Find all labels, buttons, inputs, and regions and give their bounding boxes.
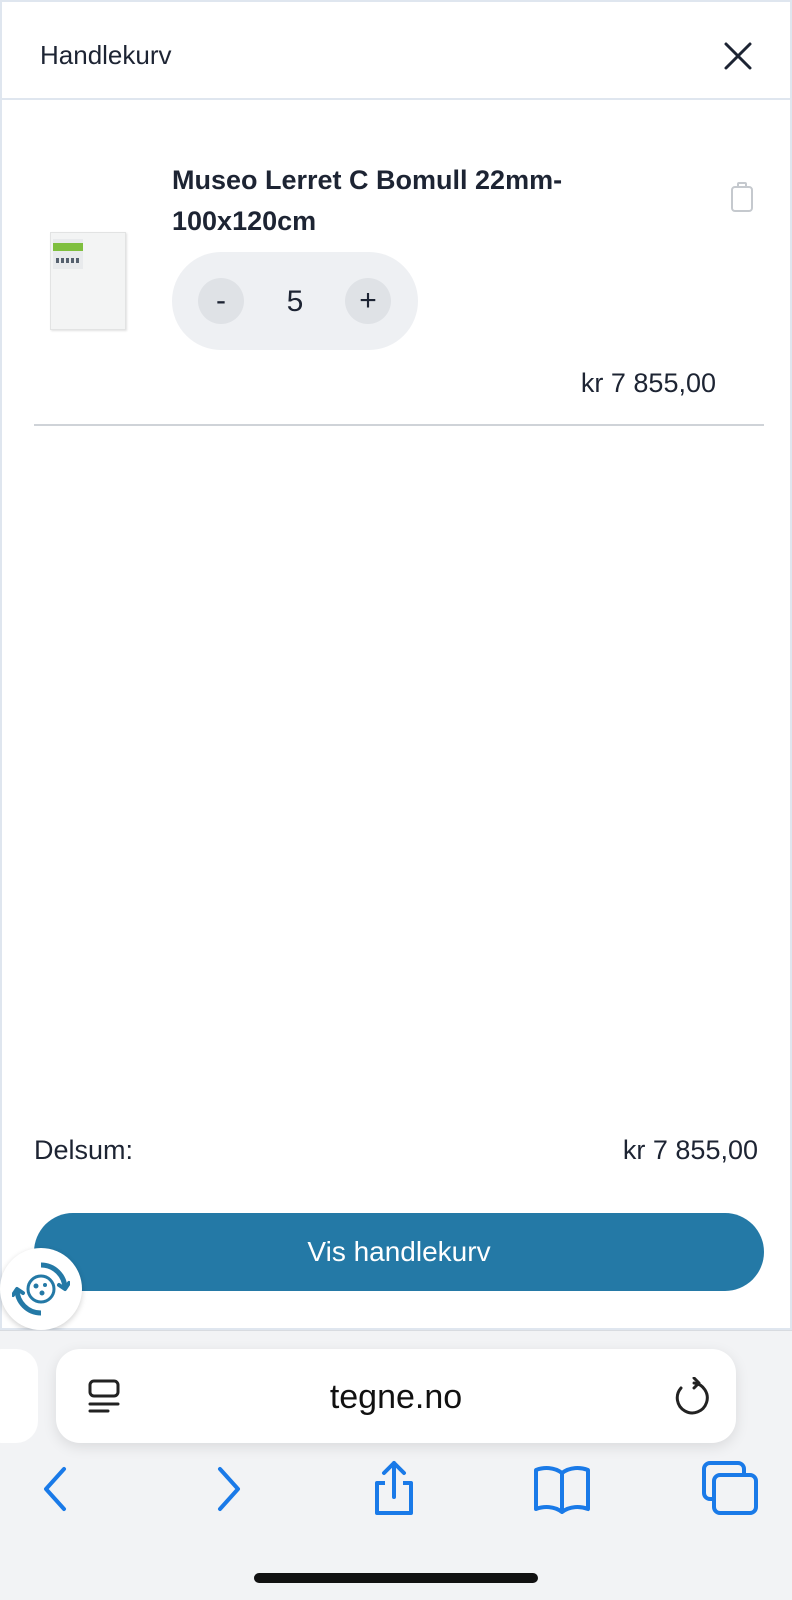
bookmarks-icon bbox=[534, 1466, 590, 1514]
cart-item: Museo Lerret C Bomull 22mm- 100x120cm - … bbox=[2, 100, 790, 425]
item-price: kr 7 855,00 bbox=[580, 368, 716, 398]
home-indicator bbox=[254, 1573, 538, 1583]
back-icon bbox=[44, 1467, 66, 1511]
subtotal-value: kr 7 855,00 bbox=[622, 1135, 758, 1165]
decrease-quantity-button[interactable]: - bbox=[198, 278, 244, 324]
tabs-icon bbox=[702, 1461, 758, 1515]
forward-icon bbox=[218, 1467, 240, 1511]
cart-header: Handlekurv bbox=[2, 2, 790, 100]
increase-quantity-button[interactable]: + bbox=[345, 278, 391, 324]
cart-drawer: Handlekurv Museo Lerret C Bomull 22mm- 1… bbox=[0, 0, 792, 1330]
product-image-label bbox=[53, 239, 83, 269]
share-icon bbox=[375, 1461, 413, 1515]
bookmarks-button[interactable] bbox=[532, 1459, 592, 1519]
reload-button[interactable] bbox=[672, 1376, 710, 1417]
safari-toolbar: tegne.no bbox=[0, 1330, 792, 1600]
trash-icon bbox=[731, 182, 753, 212]
support-icon bbox=[12, 1262, 70, 1316]
product-image[interactable] bbox=[50, 232, 126, 330]
subtotal-label: Delsum: bbox=[34, 1135, 134, 1165]
item-divider bbox=[34, 424, 764, 426]
product-name-line1: Museo Lerret C Bomull 22mm- bbox=[172, 165, 563, 195]
address-bar[interactable]: tegne.no bbox=[56, 1349, 736, 1443]
quantity-value[interactable]: 5 bbox=[258, 280, 332, 324]
share-button[interactable] bbox=[364, 1459, 424, 1519]
back-button[interactable] bbox=[26, 1459, 86, 1519]
view-cart-button[interactable]: Vis handlekurv bbox=[34, 1213, 764, 1291]
product-name-line2: 100x120cm bbox=[172, 206, 317, 236]
product-name[interactable]: Museo Lerret C Bomull 22mm- 100x120cm bbox=[172, 160, 632, 242]
reader-button[interactable] bbox=[86, 1377, 124, 1417]
tabs-button[interactable] bbox=[700, 1459, 760, 1519]
remove-item-button[interactable] bbox=[730, 182, 754, 212]
reader-icon bbox=[88, 1379, 120, 1413]
quantity-stepper: - 5 + bbox=[172, 252, 418, 350]
close-button[interactable] bbox=[720, 38, 756, 74]
cart-title: Handlekurv bbox=[40, 40, 172, 70]
reload-icon bbox=[675, 1376, 709, 1415]
url-text[interactable]: tegne.no bbox=[176, 1375, 616, 1419]
forward-button[interactable] bbox=[198, 1459, 258, 1519]
support-widget-button[interactable] bbox=[0, 1248, 82, 1330]
previous-tab-preview[interactable] bbox=[0, 1349, 38, 1443]
close-icon bbox=[724, 42, 752, 70]
